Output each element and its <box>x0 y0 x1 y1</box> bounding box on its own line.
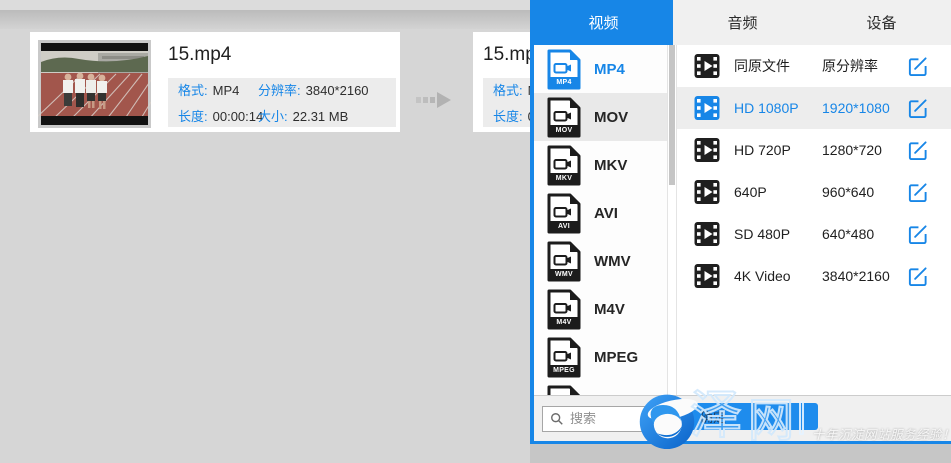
video-item-source[interactable]: 15.mp4 格式:MP4 分辨率:3840*2160 长度:00:00:14 … <box>30 32 400 132</box>
format-item-partial[interactable] <box>534 381 667 395</box>
search-input[interactable] <box>570 411 664 426</box>
window-bottom-edge <box>530 444 951 463</box>
edit-profile-button[interactable] <box>907 224 928 245</box>
video-thumbnail <box>38 40 151 128</box>
quality-item-same-as-source[interactable]: 同原文件 原分辨率 <box>677 45 951 87</box>
quality-item-640p[interactable]: 640P 960*640 <box>677 171 951 213</box>
format-list: MP4 MP4 MOV MOV MKV MKV <box>534 45 667 395</box>
search-icon <box>550 412 564 426</box>
format-item-mov[interactable]: MOV MOV <box>534 93 667 141</box>
edit-profile-button[interactable] <box>907 56 928 77</box>
edit-profile-button[interactable] <box>907 98 928 119</box>
source-meta-box: 格式:MP4 分辨率:3840*2160 长度:00:00:14 大小:22.3… <box>168 78 396 127</box>
filmstrip-icon <box>694 137 720 163</box>
video-file-icon: M4V <box>547 289 581 330</box>
tab-device[interactable]: 设备 <box>812 0 951 45</box>
confirm-button[interactable]: 确定 <box>678 403 818 430</box>
format-item-avi[interactable]: AVI AVI <box>534 189 667 237</box>
format-list-scrollbar[interactable] <box>667 45 677 395</box>
format-picker-panel: 视频 音频 设备 MP4 MP4 MOV MOV <box>530 0 951 444</box>
format-item-mkv[interactable]: MKV MKV <box>534 141 667 189</box>
format-item-mp4[interactable]: MP4 MP4 <box>534 45 667 93</box>
panel-tabs: 视频 音频 设备 <box>534 0 951 45</box>
quality-item-hd-1080p[interactable]: HD 1080P 1920*1080 <box>677 87 951 129</box>
app-window: 15.mp4 格式:MP4 分辨率:3840*2160 长度:00:00:14 … <box>0 0 951 463</box>
source-size: 大小:22.31 MB <box>258 106 386 125</box>
filmstrip-icon <box>694 95 720 121</box>
source-resolution: 分辨率:3840*2160 <box>258 80 386 99</box>
video-file-icon: MP4 <box>547 49 581 90</box>
source-format: 格式:MP4 <box>178 80 258 99</box>
filmstrip-icon <box>694 53 720 79</box>
video-file-icon: MOV <box>547 97 581 138</box>
source-duration: 长度:00:00:14 <box>178 106 258 125</box>
filmstrip-icon <box>694 179 720 205</box>
search-box[interactable] <box>542 406 672 432</box>
video-file-icon: AVI <box>547 193 581 234</box>
quality-list: 同原文件 原分辨率 HD 1080P 1920*1080 <box>677 45 951 395</box>
edit-profile-button[interactable] <box>907 266 928 287</box>
video-file-icon: MKV <box>547 145 581 186</box>
filmstrip-icon <box>694 263 720 289</box>
tab-audio[interactable]: 音频 <box>673 0 812 45</box>
video-file-icon <box>547 385 581 396</box>
edit-profile-button[interactable] <box>907 140 928 161</box>
format-item-mpeg[interactable]: MPEG MPEG <box>534 333 667 381</box>
quality-item-sd-480p[interactable]: SD 480P 640*480 <box>677 213 951 255</box>
quality-item-hd-720p[interactable]: HD 720P 1280*720 <box>677 129 951 171</box>
filmstrip-icon <box>694 221 720 247</box>
format-item-wmv[interactable]: WMV WMV <box>534 237 667 285</box>
convert-arrow-icon <box>416 89 456 111</box>
source-file-name: 15.mp4 <box>168 44 231 66</box>
scrollbar-thumb[interactable] <box>669 45 675 185</box>
format-item-m4v[interactable]: M4V M4V <box>534 285 667 333</box>
video-file-icon: MPEG <box>547 337 581 378</box>
confirm-button-label: 确定 <box>700 407 726 426</box>
quality-item-4k-video[interactable]: 4K Video 3840*2160 <box>677 255 951 297</box>
edit-profile-button[interactable] <box>907 182 928 203</box>
video-file-icon: WMV <box>547 241 581 282</box>
tab-video[interactable]: 视频 <box>534 0 673 45</box>
